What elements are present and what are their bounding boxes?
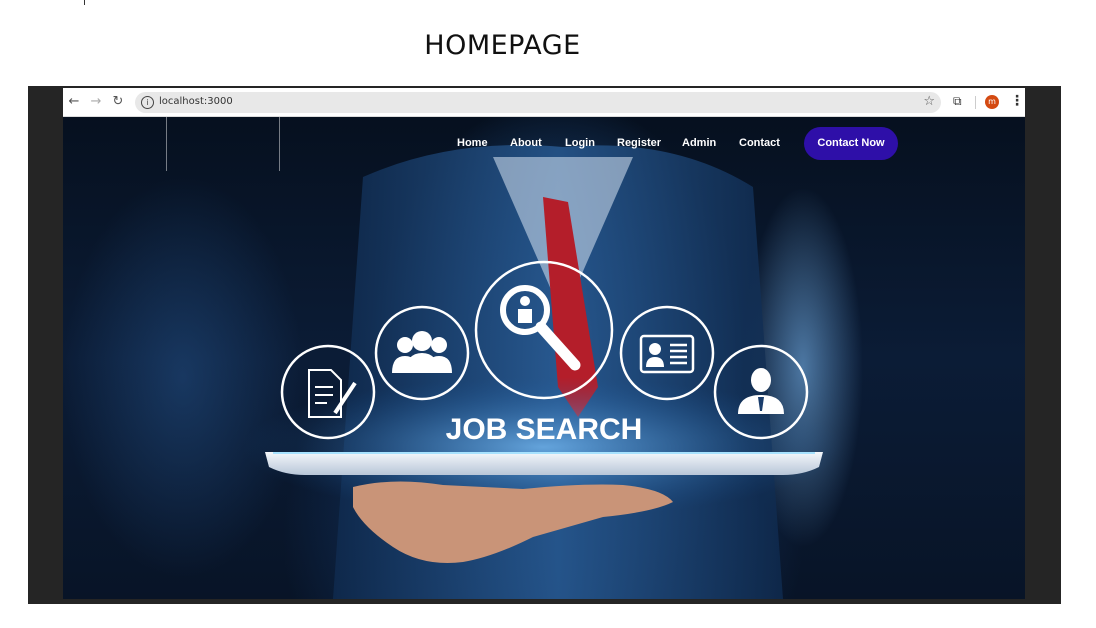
hero-illustration: JOB SEARCH [243, 145, 843, 599]
page-heading: HOMEPAGE [424, 30, 581, 61]
profile-avatar[interactable]: m [985, 95, 999, 109]
nav-link-admin[interactable]: Admin [682, 137, 716, 149]
nav-link-login[interactable]: Login [565, 137, 595, 149]
nav-link-contact[interactable]: Contact [739, 137, 780, 149]
nav-link-home[interactable]: Home [457, 137, 488, 149]
hero-banner: JOB SEARCH Home About Login Register Adm… [63, 117, 1025, 599]
tablet-shape [265, 452, 823, 475]
hero-headline: JOB SEARCH [446, 413, 643, 446]
contact-now-button[interactable]: Contact Now [804, 127, 898, 160]
guide-line [166, 117, 167, 171]
extensions-icon[interactable]: ⧉ [953, 94, 962, 109]
browser-toolbar: ← → ↻ i localhost:3000 ☆ ⧉ m ⋮ [63, 88, 1025, 117]
address-bar[interactable]: i localhost:3000 ☆ [135, 92, 941, 113]
guide-line [279, 117, 280, 171]
back-arrow-icon[interactable]: ← [67, 94, 81, 110]
nav-link-register[interactable]: Register [617, 137, 661, 149]
toolbar-divider [975, 96, 976, 109]
url-text[interactable]: localhost:3000 [159, 96, 233, 107]
star-icon[interactable]: ☆ [923, 94, 935, 109]
screenshot-frame: ← → ↻ i localhost:3000 ☆ ⧉ m ⋮ JOB SEARC… [28, 86, 1061, 604]
info-icon[interactable]: i [141, 96, 154, 109]
nav-link-about[interactable]: About [510, 137, 542, 149]
forward-arrow-icon[interactable]: → [89, 94, 103, 110]
menu-dots-icon[interactable]: ⋮ [1010, 93, 1024, 109]
reload-icon[interactable]: ↻ [111, 94, 125, 110]
page-tick-mark [84, 0, 85, 5]
